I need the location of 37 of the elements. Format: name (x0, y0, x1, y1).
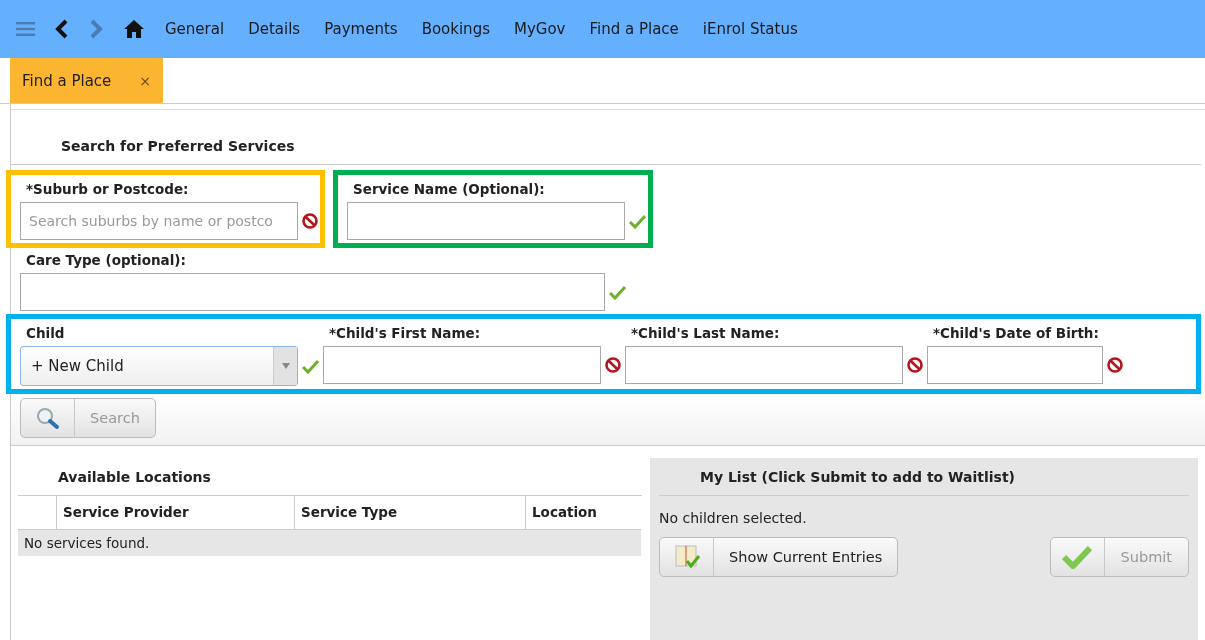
close-icon[interactable]: × (139, 72, 152, 89)
status-message: No children selected. (659, 509, 808, 528)
forward-icon[interactable] (89, 19, 103, 39)
field-label: Child (25, 324, 66, 343)
field-label: *Child's First Name: (328, 324, 482, 343)
input-field[interactable] (625, 346, 903, 384)
input-field[interactable] (20, 273, 605, 311)
nav-link[interactable]: MyGov (513, 20, 566, 38)
input-field[interactable] (347, 202, 625, 240)
check-icon (1062, 545, 1093, 569)
tab[interactable]: Find a Place × (10, 58, 164, 103)
home-icon[interactable] (123, 19, 145, 39)
field-label: Care Type (optional): (25, 251, 187, 270)
back-icon[interactable] (55, 19, 69, 39)
book-check-icon (672, 544, 701, 570)
panel-title: My List (Click Submit to add to Waitlist) (659, 458, 1189, 496)
field-label: *Child's Date of Birth: (932, 324, 1100, 343)
field-label: *Child's Last Name: (630, 324, 781, 343)
input-field[interactable] (927, 346, 1103, 384)
nav-link[interactable]: General (165, 20, 225, 38)
nav-link[interactable]: Details (248, 20, 301, 38)
section-title: Available Locations (57, 468, 212, 487)
input-field[interactable] (323, 346, 601, 384)
child-select[interactable]: + New Child (20, 346, 298, 386)
entries-button[interactable]: Show Current Entries (659, 537, 899, 577)
input-field[interactable]: Search suburbs by name or postco (20, 202, 298, 240)
caret-icon (281, 363, 290, 369)
nav-link[interactable]: Find a Place (589, 20, 679, 38)
search-icon (34, 406, 61, 430)
nav-link[interactable]: Bookings (421, 20, 490, 38)
empty-message: No services found. (18, 530, 641, 556)
section-title: Search for Preferred Services (11, 110, 1201, 165)
menu-icon[interactable] (16, 22, 35, 36)
nav-link[interactable]: Payments (324, 20, 398, 38)
field-label: Service Name (Optional): (352, 180, 546, 199)
field-label: *Suburb or Postcode: (25, 180, 190, 199)
nav-link[interactable]: iEnrol Status (702, 20, 798, 38)
